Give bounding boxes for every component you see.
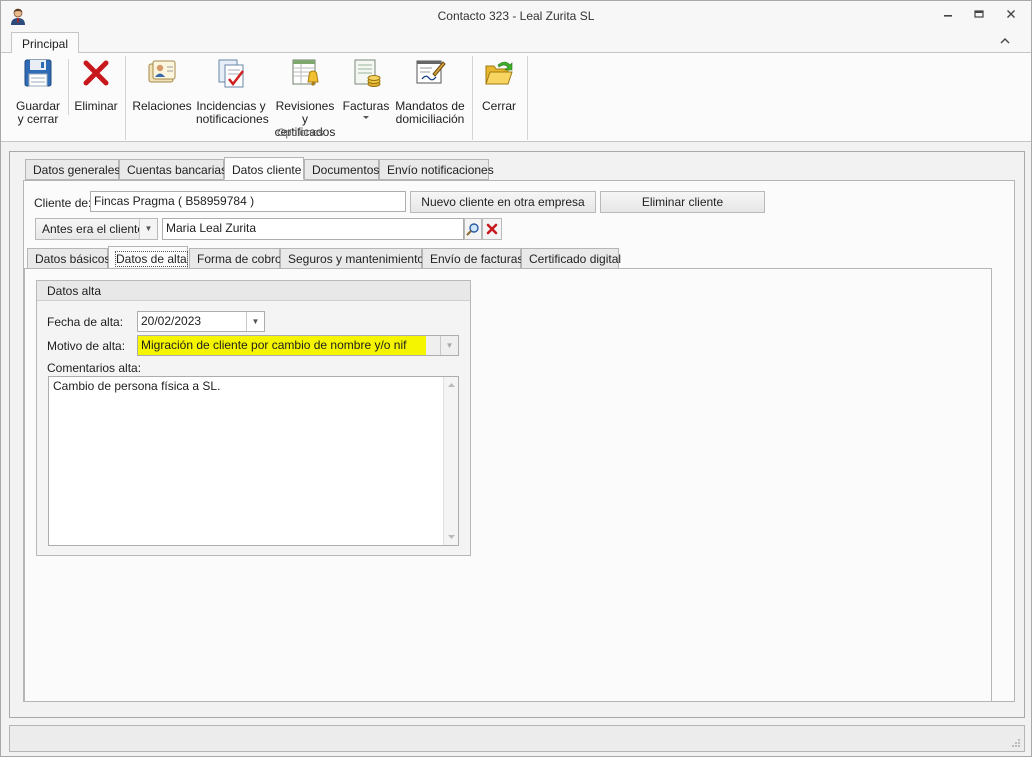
dropdown-arrow-icon <box>363 116 369 119</box>
red-x-clear-icon <box>486 223 498 235</box>
spreadsheet-bell-icon <box>292 59 319 86</box>
mandatos-button[interactable]: Mandatos de domiciliación <box>395 57 465 126</box>
nuevo-cliente-button[interactable]: Nuevo cliente en otra empresa <box>410 191 596 213</box>
magnifier-search-icon <box>466 223 479 236</box>
facturas-label: Facturas <box>342 99 390 113</box>
ribbon-group-separator <box>125 56 126 140</box>
tab-envio-facturas[interactable]: Envío de facturas <box>422 248 523 269</box>
datos-cliente-panel: Cliente de: Fincas Pragma ( B58959784 ) … <box>23 180 1015 702</box>
cliente-de-field[interactable]: Fincas Pragma ( B58959784 ) <box>90 191 406 212</box>
tab-envio-notificaciones[interactable]: Envío notificaciones <box>379 159 494 180</box>
guardar-cerrar-button[interactable]: Guardar y cerrar <box>11 57 65 126</box>
tab-seguros-mantenimientos[interactable]: Seguros y mantenimientos <box>280 248 430 269</box>
tab-datos-basicos[interactable]: Datos básicos <box>27 248 110 269</box>
tab-forma-de-cobro[interactable]: Forma de cobro <box>189 248 282 269</box>
ribbon-separator <box>68 59 69 115</box>
tab-certificado-digital[interactable]: Certificado digital <box>521 248 621 269</box>
ribbon-tab-principal[interactable]: Principal <box>11 32 80 54</box>
restore-button[interactable] <box>971 8 987 22</box>
chevron-down-icon[interactable]: ▼ <box>246 312 264 331</box>
tab-datos-cliente[interactable]: Datos cliente <box>224 157 304 180</box>
resize-grip-icon[interactable] <box>1011 738 1021 748</box>
incidencias-button[interactable]: Incidencias y notificaciones <box>196 57 269 126</box>
tab-datos-de-alta-label: Datos de alta <box>115 251 188 267</box>
motivo-alta-value: Migración de cliente por cambio de nombr… <box>138 336 427 355</box>
antes-era-select[interactable]: Antes era el cliente ▼ <box>35 218 158 240</box>
eliminar-cliente-button[interactable]: Eliminar cliente <box>600 191 765 213</box>
comentarios-alta-label: Comentarios alta: <box>47 361 142 375</box>
app-window: Contacto 323 - Leal Zurita SL Principal … <box>0 0 1032 757</box>
clear-cliente-button[interactable] <box>482 218 502 240</box>
chevron-down-icon[interactable]: ▼ <box>440 336 458 355</box>
eliminar-label: Eliminar <box>74 99 118 113</box>
window-title: Contacto 323 - Leal Zurita SL <box>437 9 595 23</box>
facturas-button[interactable]: Facturas <box>342 57 390 121</box>
comentarios-alta-value: Cambio de persona física a SL. <box>53 379 221 393</box>
datos-alta-group: Datos alta Fecha de alta: 20/02/2023 ▼ M… <box>36 280 471 556</box>
folder-exit-icon <box>485 61 513 85</box>
search-cliente-button[interactable] <box>464 218 482 240</box>
antes-era-select-value: Antes era el cliente <box>42 222 145 236</box>
antes-cliente-field[interactable]: Maria Leal Zurita <box>162 218 464 240</box>
chevron-down-icon: ▼ <box>139 219 157 239</box>
motivo-alta-select[interactable]: Migración de cliente por cambio de nombr… <box>137 335 459 356</box>
fecha-alta-value: 20/02/2023 <box>141 314 202 328</box>
eliminar-button[interactable]: Eliminar <box>73 57 119 113</box>
ribbon-tab-strip: Principal <box>1 31 1031 54</box>
cerrar-button[interactable]: Cerrar <box>477 57 521 113</box>
cliente-de-label: Cliente de: <box>34 196 92 210</box>
fecha-alta-field[interactable]: 20/02/2023 ▼ <box>137 311 265 332</box>
minimize-icon <box>944 15 952 17</box>
mandatos-label: Mandatos de domiciliación <box>395 99 465 126</box>
title-bar: Contacto 323 - Leal Zurita SL <box>1 1 1031 31</box>
restore-icon <box>974 10 984 18</box>
datos-alta-header: Datos alta <box>37 281 470 301</box>
ribbon-group-separator <box>527 56 528 140</box>
ribbon-panel: Guardar y cerrar Eliminar Relaciones Inc… <box>1 53 1031 142</box>
tab-datos-generales[interactable]: Datos generales <box>25 159 120 180</box>
tab-documentos[interactable]: Documentos <box>304 159 379 180</box>
tab-datos-de-alta[interactable]: Datos de alta <box>108 246 188 269</box>
comentarios-alta-textarea[interactable]: Cambio de persona física a SL. <box>48 376 459 546</box>
contact-cards-icon <box>148 60 176 83</box>
cerrar-label: Cerrar <box>481 99 516 113</box>
guardar-label: Guardar y cerrar <box>15 99 61 126</box>
checklist-notifications-icon <box>218 59 244 88</box>
document-signature-icon <box>416 60 446 84</box>
main-content: Datos generales Cuentas bancarias Datos … <box>9 151 1025 718</box>
minimize-button[interactable] <box>940 8 956 22</box>
fecha-alta-label: Fecha de alta: <box>47 315 124 329</box>
scroll-down-icon[interactable] <box>444 532 459 542</box>
close-icon <box>1007 10 1015 18</box>
tab-cuentas-bancarias[interactable]: Cuentas bancarias <box>119 159 227 180</box>
ribbon-collapse-icon[interactable] <box>999 36 1011 46</box>
relaciones-label: Relaciones <box>132 99 192 113</box>
close-window-button[interactable] <box>1003 8 1019 22</box>
red-x-delete-icon <box>83 60 109 86</box>
ribbon-group-label: Opciones <box>277 127 324 139</box>
incidencias-label: Incidencias y notificaciones <box>196 99 269 126</box>
floppy-disk-icon <box>24 59 52 87</box>
ribbon-group-separator <box>472 56 473 140</box>
scroll-up-icon[interactable] <box>444 380 459 390</box>
datos-de-alta-panel: Datos alta Fecha de alta: 20/02/2023 ▼ M… <box>24 268 992 702</box>
invoice-coins-icon <box>354 59 381 87</box>
motivo-alta-label: Motivo de alta: <box>47 339 126 353</box>
comentarios-scrollbar[interactable] <box>443 377 458 545</box>
status-bar <box>9 725 1025 752</box>
relaciones-button[interactable]: Relaciones <box>132 57 192 113</box>
